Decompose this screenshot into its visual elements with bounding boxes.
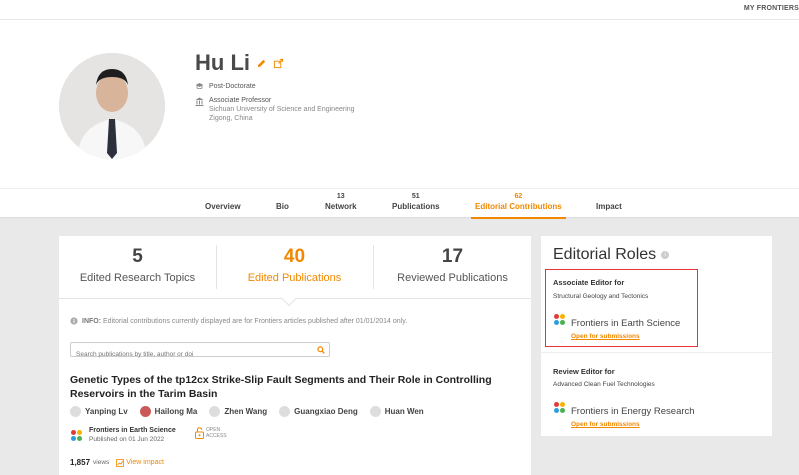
my-frontiers-link[interactable]: MY FRONTIERS — [744, 5, 799, 12]
author[interactable]: Zhen Wang — [209, 406, 267, 417]
author-list: Yanping Lv Hailong Ma Zhen Wang Guangxia… — [70, 406, 424, 417]
profile-tabs: Overview Bio 13 Network 51 Publications 62… — [0, 188, 799, 219]
tab-impact[interactable]: Impact — [596, 193, 622, 211]
associate-journal: Frontiers in Earth Science Open for subm… — [553, 313, 680, 340]
profile-name: Hu Li — [195, 50, 250, 75]
editorial-contributions-card: 5 Edited Research Topics 40 Edited Publi… — [59, 236, 531, 475]
position-row: Associate Professor Sichuan University o… — [195, 97, 355, 124]
section-divider — [541, 352, 772, 353]
frontiers-logo-icon — [554, 314, 565, 325]
article-journal[interactable]: Frontiers in Earth Science — [89, 427, 176, 434]
views-count: 1,857 — [70, 458, 91, 467]
author-avatar — [70, 406, 81, 417]
editorial-roles-title: Editorial Roles i — [553, 246, 670, 264]
associate-open-submissions-link[interactable]: Open for submissions — [571, 333, 680, 340]
share-icon[interactable] — [273, 58, 284, 69]
institution-name: Sichuan University of Science and Engine… — [209, 106, 355, 113]
tab-overview[interactable]: Overview — [205, 193, 241, 211]
article-title[interactable]: Genetic Types of the tp12cx Strike-Slip … — [70, 373, 510, 401]
review-editor-heading: Review Editor for — [553, 367, 615, 376]
frontiers-logo-icon — [554, 402, 565, 413]
top-bar: MY FRONTIERS — [0, 0, 799, 20]
stat-reviewed-publications[interactable]: 17 Reviewed Publications — [374, 246, 531, 284]
profile-header: Hu Li Post-Doctorate Associate Professor… — [0, 20, 799, 188]
tab-editorial-contributions[interactable]: 62 Editorial Contributions — [471, 193, 566, 219]
active-stat-pointer — [281, 291, 297, 307]
author[interactable]: Yanping Lv — [70, 406, 128, 417]
tab-bio[interactable]: Bio — [276, 193, 289, 211]
associate-editor-box: Associate Editor for Structural Geology … — [545, 269, 698, 347]
author[interactable]: Guangxiao Deng — [279, 406, 358, 417]
publication-search — [70, 342, 330, 361]
edit-pencil-icon[interactable] — [256, 58, 267, 69]
profile-actions — [256, 58, 284, 69]
associate-journal-name[interactable]: Frontiers in Earth Science — [571, 318, 680, 329]
associate-section-name[interactable]: Structural Geology and Tectonics — [553, 293, 648, 300]
stats-bar: 5 Edited Research Topics 40 Edited Publi… — [59, 236, 531, 307]
author-avatar — [279, 406, 291, 417]
author-avatar — [209, 406, 221, 417]
review-open-submissions-link[interactable]: Open for submissions — [571, 421, 695, 428]
stat-edited-publications[interactable]: 40 Edited Publications — [216, 246, 373, 284]
info-icon[interactable]: i — [661, 251, 670, 259]
review-journal-name[interactable]: Frontiers in Energy Research — [571, 406, 695, 417]
review-journal: Frontiers in Energy Research Open for su… — [553, 401, 695, 428]
editorial-roles-panel: Editorial Roles i Associate Editor for St… — [541, 236, 772, 436]
author-avatar — [139, 406, 151, 417]
view-impact-link[interactable]: View impact — [116, 458, 164, 467]
search-icon[interactable] — [317, 346, 325, 354]
author[interactable]: Huan Wen — [369, 406, 424, 417]
author-avatar — [369, 406, 381, 417]
stat-edited-research-topics[interactable]: 5 Edited Research Topics — [59, 246, 216, 284]
open-access-badge: OPEN ACCESS — [195, 427, 227, 439]
author[interactable]: Hailong Ma — [139, 406, 197, 417]
position-title: Associate Professor — [209, 97, 272, 104]
article-published-date: Published on 01 Jun 2022 — [89, 436, 165, 443]
tab-network[interactable]: 13 Network — [325, 193, 357, 211]
article-journal-row: Frontiers in Earth Science Published on … — [70, 427, 176, 443]
info-icon — [70, 317, 78, 325]
views-label: views — [93, 459, 110, 466]
open-lock-icon — [195, 427, 204, 439]
profile-avatar — [59, 53, 165, 159]
degree-text: Post-Doctorate — [209, 82, 256, 90]
search-input[interactable] — [71, 348, 311, 361]
institution-location: Zigong, China — [209, 115, 253, 122]
article-views: 1,857 views View impact — [70, 458, 164, 467]
institution-icon — [195, 97, 204, 106]
graduation-cap-icon — [195, 83, 204, 90]
impact-chart-icon — [116, 458, 125, 467]
review-section-name[interactable]: Advanced Clean Fuel Technologies — [553, 381, 655, 388]
frontiers-logo-icon — [71, 429, 82, 441]
associate-editor-heading: Associate Editor for — [553, 278, 625, 287]
degree-row: Post-Doctorate — [195, 82, 256, 90]
info-notice: INFO: Editorial contributions currently … — [70, 317, 407, 325]
tab-publications[interactable]: 51 Publications — [392, 193, 440, 211]
